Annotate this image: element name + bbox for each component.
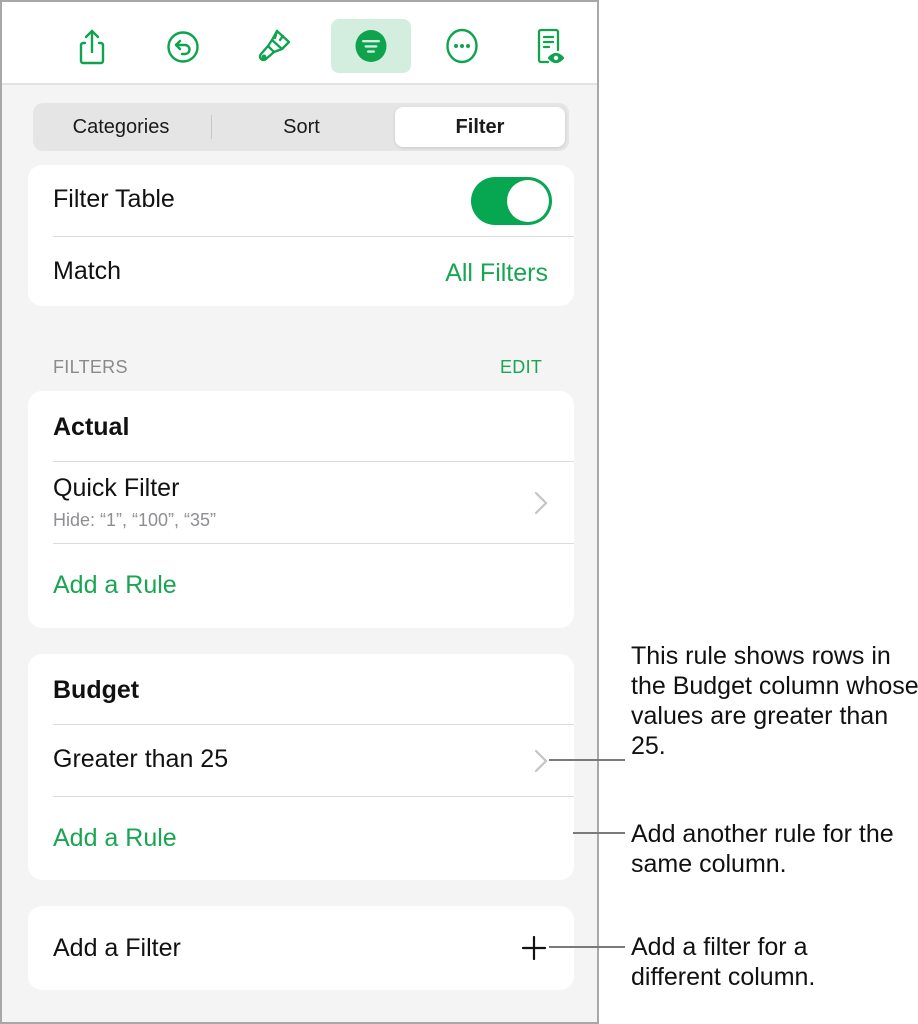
organize-button[interactable] bbox=[331, 19, 411, 73]
callout-leader-line bbox=[549, 946, 625, 948]
tab-sort[interactable]: Sort bbox=[214, 107, 389, 147]
tab-filter[interactable]: Filter bbox=[395, 107, 565, 147]
row-divider bbox=[53, 236, 574, 237]
edit-filters-button[interactable]: EDIT bbox=[500, 357, 542, 378]
rule-subtitle: Hide: “1”, “100”, “35” bbox=[53, 510, 217, 530]
rule-row-greater-than[interactable]: Greater than 25 bbox=[28, 725, 574, 796]
undo-icon bbox=[167, 31, 199, 63]
callout-add-rule: Add another rule for the same column. bbox=[631, 820, 894, 878]
filter-group-actual: Actual Quick Filter Hide: “1”, “100”, “3… bbox=[28, 391, 574, 628]
add-rule-button[interactable]: Add a Rule bbox=[53, 824, 177, 853]
filter-settings-card: Filter Table Match All Filters bbox=[28, 165, 574, 306]
organize-panel: Categories Sort Filter Filter Table Matc… bbox=[0, 0, 599, 1024]
organize-tabs: Categories Sort Filter bbox=[33, 103, 569, 151]
undo-button[interactable] bbox=[143, 19, 223, 73]
more-icon bbox=[446, 28, 478, 64]
rule-title: Greater than 25 bbox=[53, 745, 229, 773]
rule-row-quick-filter[interactable]: Quick Filter Hide: “1”, “100”, “35” bbox=[28, 462, 574, 543]
filter-group-budget: Budget Greater than 25 Add a Rule bbox=[28, 654, 574, 880]
match-label: Match bbox=[53, 257, 122, 285]
callout-leader-line bbox=[549, 759, 625, 761]
toolbar bbox=[2, 2, 597, 85]
callout-add-filter: Add a filter for a different column. bbox=[631, 933, 816, 991]
filter-column-title: Actual bbox=[53, 413, 130, 441]
filter-column-title: Budget bbox=[53, 676, 140, 704]
row-divider bbox=[53, 543, 574, 544]
tab-categories[interactable]: Categories bbox=[37, 107, 205, 147]
chevron-right-icon bbox=[534, 491, 548, 515]
chevron-right-icon bbox=[534, 749, 548, 773]
share-button[interactable] bbox=[52, 19, 132, 73]
match-value[interactable]: All Filters bbox=[445, 259, 548, 288]
document-eye-icon bbox=[537, 28, 565, 64]
row-divider bbox=[53, 796, 574, 797]
format-button[interactable] bbox=[235, 19, 315, 73]
filter-icon bbox=[355, 30, 387, 62]
add-filter-row[interactable]: Add a Filter bbox=[28, 906, 574, 990]
filter-table-toggle[interactable] bbox=[471, 177, 552, 225]
plus-icon[interactable] bbox=[521, 935, 547, 961]
more-button[interactable] bbox=[422, 19, 502, 73]
reading-view-button[interactable] bbox=[509, 19, 589, 73]
paintbrush-icon bbox=[258, 29, 291, 62]
toggle-knob bbox=[507, 180, 549, 222]
add-rule-button[interactable]: Add a Rule bbox=[53, 571, 177, 600]
tab-divider bbox=[211, 115, 212, 139]
share-icon bbox=[79, 29, 105, 65]
add-filter-label: Add a Filter bbox=[53, 934, 181, 962]
callout-rule: This rule shows rows in the Budget colum… bbox=[631, 642, 918, 760]
filters-section-header: FILTERS bbox=[53, 357, 128, 377]
callout-leader-line bbox=[573, 832, 625, 834]
filter-table-label: Filter Table bbox=[53, 185, 175, 213]
rule-title: Quick Filter bbox=[53, 474, 180, 502]
